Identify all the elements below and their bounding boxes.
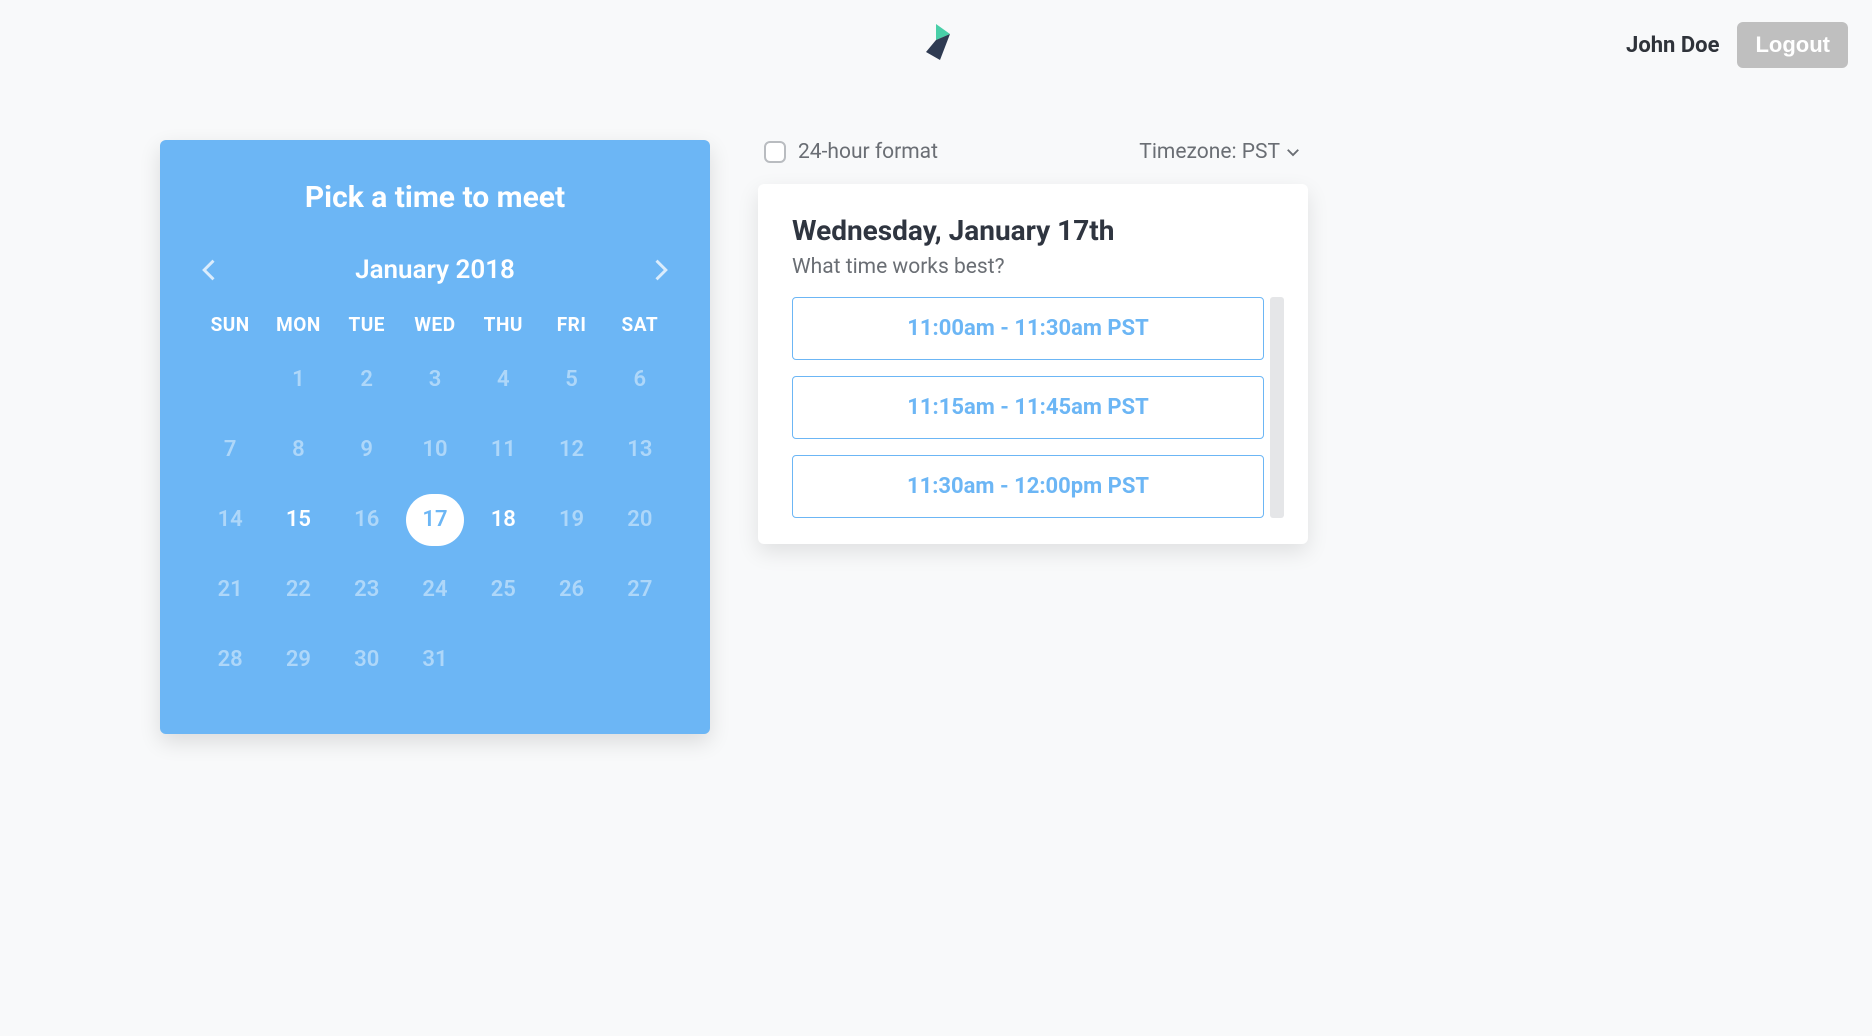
calendar-dow: MON: [264, 313, 332, 336]
calendar-dow: THU: [469, 313, 537, 336]
calendar-day: 27: [606, 564, 674, 616]
calendar-day: 24: [401, 564, 469, 616]
calendar-day: 4: [469, 354, 537, 406]
chevron-down-icon: [1284, 143, 1302, 161]
timeslot-option[interactable]: 11:15am - 11:45am PST: [792, 376, 1264, 439]
logout-button[interactable]: Logout: [1737, 22, 1848, 68]
calendar-day: 29: [264, 634, 332, 686]
calendar-day: 9: [333, 424, 401, 476]
calendar-day: 28: [196, 634, 264, 686]
calendar-day: 11: [469, 424, 537, 476]
calendar-day: 19: [537, 494, 605, 546]
calendar-day: [606, 634, 674, 686]
calendar-day: [469, 634, 537, 686]
calendar-day: 10: [401, 424, 469, 476]
checkbox-icon: [764, 141, 786, 163]
timezone-select[interactable]: Timezone: PST: [1139, 140, 1302, 164]
timeslots-list: 11:00am - 11:30am PST 11:15am - 11:45am P…: [792, 297, 1284, 518]
calendar-day: 21: [196, 564, 264, 616]
timeslot-option[interactable]: 11:30am - 12:00pm PST: [792, 455, 1264, 518]
chevron-right-icon: [646, 256, 674, 284]
calendar-day: 1: [264, 354, 332, 406]
header-right: John Doe Logout: [1626, 22, 1848, 68]
calendar-day: 13: [606, 424, 674, 476]
calendar-day: 2: [333, 354, 401, 406]
calendar-dow: WED: [401, 313, 469, 336]
header: John Doe Logout: [0, 0, 1872, 80]
calendar-day: 22: [264, 564, 332, 616]
chevron-left-icon: [196, 256, 224, 284]
calendar-day: 12: [537, 424, 605, 476]
calendar-day[interactable]: 17: [401, 494, 469, 546]
brand-logo: [916, 20, 956, 73]
calendar-title: Pick a time to meet: [196, 180, 674, 215]
24hour-format-label: 24-hour format: [798, 140, 938, 164]
calendar-month-label: January 2018: [355, 255, 515, 285]
calendar-day: 6: [606, 354, 674, 406]
calendar-day: 30: [333, 634, 401, 686]
right-column: 24-hour format Timezone: PST Wednesday, …: [758, 140, 1308, 544]
calendar-dow: SUN: [196, 313, 264, 336]
timeslots-panel: Wednesday, January 17th What time works …: [758, 184, 1308, 544]
calendar-day: [196, 354, 264, 406]
prev-month-button[interactable]: [196, 256, 224, 284]
main-content: Pick a time to meet January 2018 SUNMONT…: [0, 80, 1872, 734]
calendar-day: 23: [333, 564, 401, 616]
timezone-label: Timezone: PST: [1139, 140, 1280, 164]
calendar-day: 8: [264, 424, 332, 476]
calendar-day: 31: [401, 634, 469, 686]
options-row: 24-hour format Timezone: PST: [758, 140, 1308, 164]
selected-date-heading: Wednesday, January 17th: [792, 214, 1284, 247]
timeslots-subheading: What time works best?: [792, 255, 1284, 279]
calendar-dow: FRI: [537, 313, 605, 336]
calendar-dow: SAT: [606, 313, 674, 336]
calendar-day: 26: [537, 564, 605, 616]
calendar-day: [537, 634, 605, 686]
calendar-day: 16: [333, 494, 401, 546]
calendar-day[interactable]: 15: [264, 494, 332, 546]
calendar-day: 3: [401, 354, 469, 406]
scrollbar[interactable]: [1270, 297, 1284, 518]
calendar-day: 25: [469, 564, 537, 616]
bird-icon: [916, 20, 956, 68]
calendar-grid: SUNMONTUEWEDTHUFRISAT1234567891011121314…: [196, 313, 674, 686]
user-name: John Doe: [1626, 33, 1719, 58]
calendar-day: 20: [606, 494, 674, 546]
calendar-day: 14: [196, 494, 264, 546]
calendar-day: 7: [196, 424, 264, 476]
24hour-format-toggle[interactable]: 24-hour format: [764, 140, 938, 164]
timeslot-option[interactable]: 11:00am - 11:30am PST: [792, 297, 1264, 360]
calendar-panel: Pick a time to meet January 2018 SUNMONT…: [160, 140, 710, 734]
calendar-nav: January 2018: [196, 255, 674, 285]
next-month-button[interactable]: [646, 256, 674, 284]
calendar-day: 5: [537, 354, 605, 406]
calendar-dow: TUE: [333, 313, 401, 336]
calendar-day[interactable]: 18: [469, 494, 537, 546]
